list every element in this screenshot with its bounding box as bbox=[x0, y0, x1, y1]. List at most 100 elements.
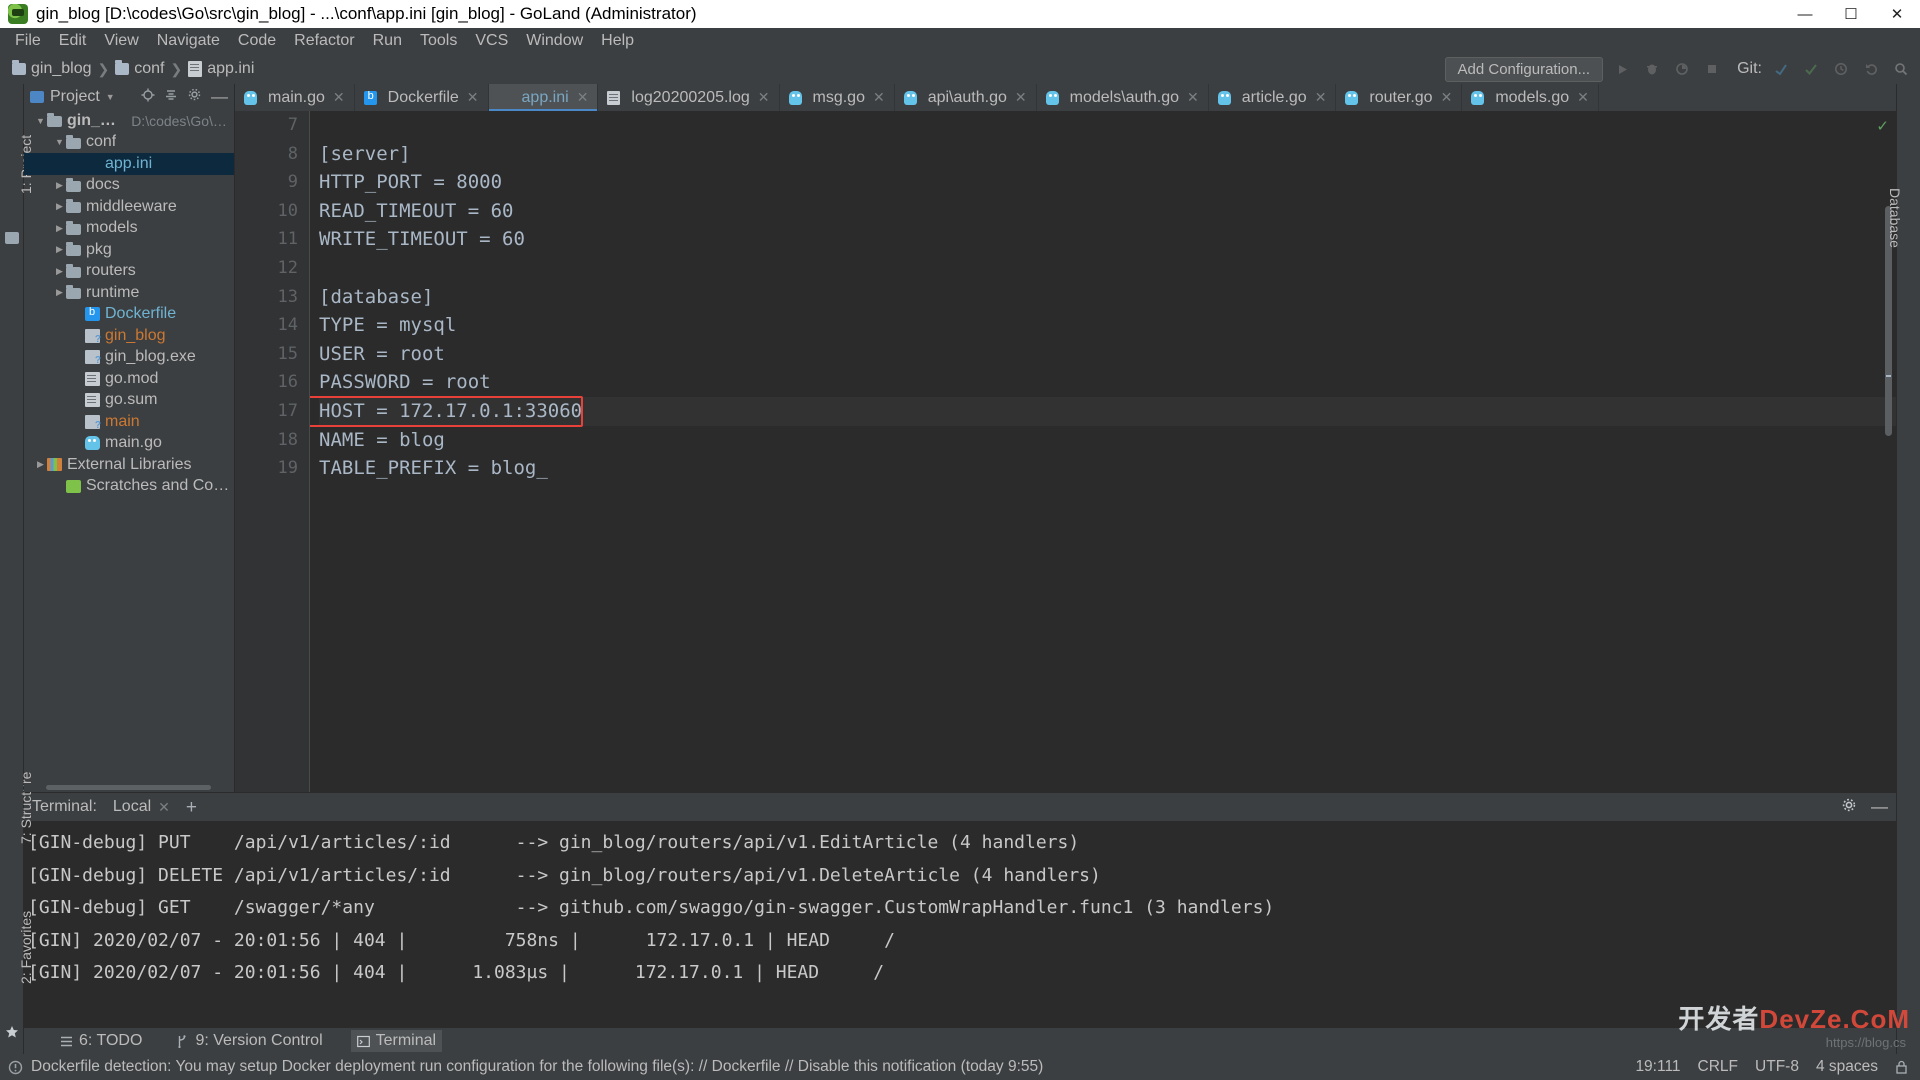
menu-window[interactable]: Window bbox=[517, 30, 592, 52]
indent-setting[interactable]: 4 spaces bbox=[1816, 1058, 1878, 1076]
chevron-right-icon[interactable]: ▶ bbox=[34, 459, 47, 470]
menu-navigate[interactable]: Navigate bbox=[148, 30, 229, 52]
menu-code[interactable]: Code bbox=[229, 30, 285, 52]
tree-item-external-libraries[interactable]: ▶ External Libraries bbox=[24, 454, 234, 476]
menu-refactor[interactable]: Refactor bbox=[285, 30, 363, 52]
chevron-down-icon[interactable]: ▼ bbox=[106, 92, 115, 102]
search-icon[interactable] bbox=[1890, 58, 1912, 80]
close-icon[interactable]: ✕ bbox=[758, 89, 770, 106]
tree-item-gin_blog[interactable]: ▶gin_blog bbox=[24, 325, 234, 347]
tree-item-scratches-and-consoles[interactable]: ▶Scratches and Consoles bbox=[24, 476, 234, 498]
close-icon[interactable]: ✕ bbox=[333, 89, 345, 106]
tree-item-middleeware[interactable]: ▶ middleeware bbox=[24, 196, 234, 218]
close-icon[interactable]: ✕ bbox=[467, 89, 479, 106]
add-configuration-button[interactable]: Add Configuration... bbox=[1444, 56, 1604, 82]
tree-item-main[interactable]: ▶main bbox=[24, 411, 234, 433]
code-line[interactable] bbox=[319, 254, 1896, 283]
editor-tab-models-go[interactable]: models.go ✕ bbox=[1462, 84, 1599, 111]
git-revert-icon[interactable] bbox=[1860, 58, 1882, 80]
code-line-highlighted[interactable]: HOST = 172.17.0.1:33060 bbox=[319, 396, 1896, 426]
close-icon[interactable]: ✕ bbox=[1577, 89, 1589, 106]
chevron-right-icon[interactable]: ▶ bbox=[53, 223, 66, 234]
code-line[interactable]: HTTP_PORT = 8000 bbox=[319, 168, 1896, 197]
git-commit-icon[interactable] bbox=[1800, 58, 1822, 80]
close-icon[interactable]: ✕ bbox=[1441, 89, 1453, 106]
terminal-session-tab[interactable]: Local ✕ bbox=[107, 798, 176, 816]
editor-tab-msg-go[interactable]: msg.go ✕ bbox=[780, 84, 895, 111]
hide-panel-icon[interactable]: — bbox=[1871, 798, 1888, 815]
editor-tab-log20200205-log[interactable]: log20200205.log ✕ bbox=[598, 84, 780, 111]
code-line[interactable]: WRITE_TIMEOUT = 60 bbox=[319, 225, 1896, 254]
menu-edit[interactable]: Edit bbox=[50, 30, 96, 52]
collapse-all-icon[interactable] bbox=[164, 88, 178, 107]
code-line[interactable]: TYPE = mysql bbox=[319, 311, 1896, 340]
chevron-down-icon[interactable]: ▼ bbox=[34, 116, 47, 126]
line-separator[interactable]: CRLF bbox=[1698, 1058, 1738, 1076]
code-line[interactable]: PASSWORD = root bbox=[319, 368, 1896, 397]
editor-tab-bar[interactable]: main.go✕Dockerfile✕app.ini✕log20200205.l… bbox=[235, 84, 1896, 111]
terminal-output[interactable]: [GIN-debug] PUT /api/v1/articles/:id -->… bbox=[24, 821, 1896, 1028]
chevron-right-icon[interactable]: ▶ bbox=[53, 287, 66, 298]
editor-tab-main-go[interactable]: main.go ✕ bbox=[235, 84, 355, 111]
tree-item-runtime[interactable]: ▶ runtime bbox=[24, 282, 234, 304]
editor-tab-dockerfile[interactable]: Dockerfile ✕ bbox=[355, 84, 489, 111]
tree-item-gin_blog[interactable]: ▼ gin_blog D:\codes\Go\src\gi bbox=[24, 110, 234, 132]
file-encoding[interactable]: UTF-8 bbox=[1755, 1058, 1799, 1076]
tree-item-go-mod[interactable]: ▶go.mod bbox=[24, 368, 234, 390]
locate-icon[interactable] bbox=[141, 88, 155, 107]
code-editor[interactable]: 7 8 9 10 11 12 13 14 15 16 17 18 19 [server] HTTP_POR… bbox=[235, 111, 1896, 792]
tree-item-conf[interactable]: ▼ conf bbox=[24, 132, 234, 154]
code-line[interactable]: TABLE_PREFIX = blog_ bbox=[319, 454, 1896, 483]
code-line[interactable]: [database] bbox=[319, 283, 1896, 312]
code-line[interactable] bbox=[319, 111, 1896, 140]
tree-item-app-ini[interactable]: ▶app.ini bbox=[24, 153, 234, 175]
gear-icon[interactable] bbox=[1841, 797, 1857, 818]
editor-tab-router-go[interactable]: router.go ✕ bbox=[1336, 84, 1463, 111]
code-line[interactable]: [server] bbox=[319, 140, 1896, 169]
menu-tools[interactable]: Tools bbox=[411, 30, 466, 52]
tree-item-pkg[interactable]: ▶ pkg bbox=[24, 239, 234, 261]
debug-icon[interactable] bbox=[1641, 58, 1663, 80]
close-icon[interactable]: ✕ bbox=[577, 89, 589, 106]
chevron-right-icon[interactable]: ▶ bbox=[53, 244, 66, 255]
close-icon[interactable]: ✕ bbox=[158, 799, 170, 816]
tool-window-database-label[interactable]: Database bbox=[1887, 188, 1903, 248]
editor-tab-article-go[interactable]: article.go ✕ bbox=[1209, 84, 1337, 111]
bottom-tab-terminal[interactable]: Terminal bbox=[350, 1030, 443, 1052]
lock-icon[interactable] bbox=[1895, 1060, 1910, 1075]
run-icon[interactable] bbox=[1611, 58, 1633, 80]
breadcrumb-app-ini[interactable]: app.ini bbox=[184, 60, 258, 78]
chevron-right-icon[interactable]: ▶ bbox=[53, 266, 66, 277]
menu-help[interactable]: Help bbox=[592, 30, 643, 52]
minimize-button[interactable]: — bbox=[1782, 0, 1828, 28]
close-icon[interactable]: ✕ bbox=[1015, 89, 1027, 106]
chevron-down-icon[interactable]: ▼ bbox=[53, 137, 66, 147]
tree-item-dockerfile[interactable]: ▶Dockerfile bbox=[24, 304, 234, 326]
git-history-icon[interactable] bbox=[1830, 58, 1852, 80]
chevron-right-icon[interactable]: ▶ bbox=[53, 180, 66, 191]
maximize-button[interactable]: ☐ bbox=[1828, 0, 1874, 28]
caret-position[interactable]: 19:111 bbox=[1635, 1058, 1680, 1076]
tree-item-routers[interactable]: ▶ routers bbox=[24, 261, 234, 283]
project-tree[interactable]: ▼gin_blogD:\codes\Go\src\gi▼conf▶app.ini… bbox=[24, 110, 234, 783]
hide-panel-icon[interactable]: — bbox=[211, 88, 228, 105]
new-session-button[interactable]: + bbox=[186, 798, 197, 817]
tree-item-models[interactable]: ▶ models bbox=[24, 218, 234, 240]
tree-item-gin_blog-exe[interactable]: ▶gin_blog.exe bbox=[24, 347, 234, 369]
git-update-icon[interactable] bbox=[1770, 58, 1792, 80]
editor-tab-api-auth-go[interactable]: api\auth.go ✕ bbox=[895, 84, 1037, 111]
run-coverage-icon[interactable] bbox=[1671, 58, 1693, 80]
chevron-right-icon[interactable]: ▶ bbox=[53, 201, 66, 212]
tree-item-main-go[interactable]: ▶main.go bbox=[24, 433, 234, 455]
stop-icon[interactable] bbox=[1701, 58, 1723, 80]
project-horizontal-scrollbar[interactable] bbox=[24, 783, 234, 792]
tree-item-go-sum[interactable]: ▶go.sum bbox=[24, 390, 234, 412]
menu-file[interactable]: File bbox=[6, 30, 50, 52]
editor-tab-app-ini[interactable]: app.ini ✕ bbox=[488, 84, 599, 111]
code-content[interactable]: [server] HTTP_PORT = 8000 READ_TIMEOUT = 6… bbox=[310, 111, 1896, 792]
bottom-tab-todo[interactable]: 6: TODO bbox=[54, 1030, 148, 1052]
code-line[interactable]: USER = root bbox=[319, 340, 1896, 369]
bottom-tab-version-control[interactable]: 9: Version Control bbox=[170, 1030, 328, 1052]
editor-tab-models-auth-go[interactable]: models\auth.go ✕ bbox=[1037, 84, 1209, 111]
code-line[interactable]: NAME = blog bbox=[319, 426, 1896, 455]
